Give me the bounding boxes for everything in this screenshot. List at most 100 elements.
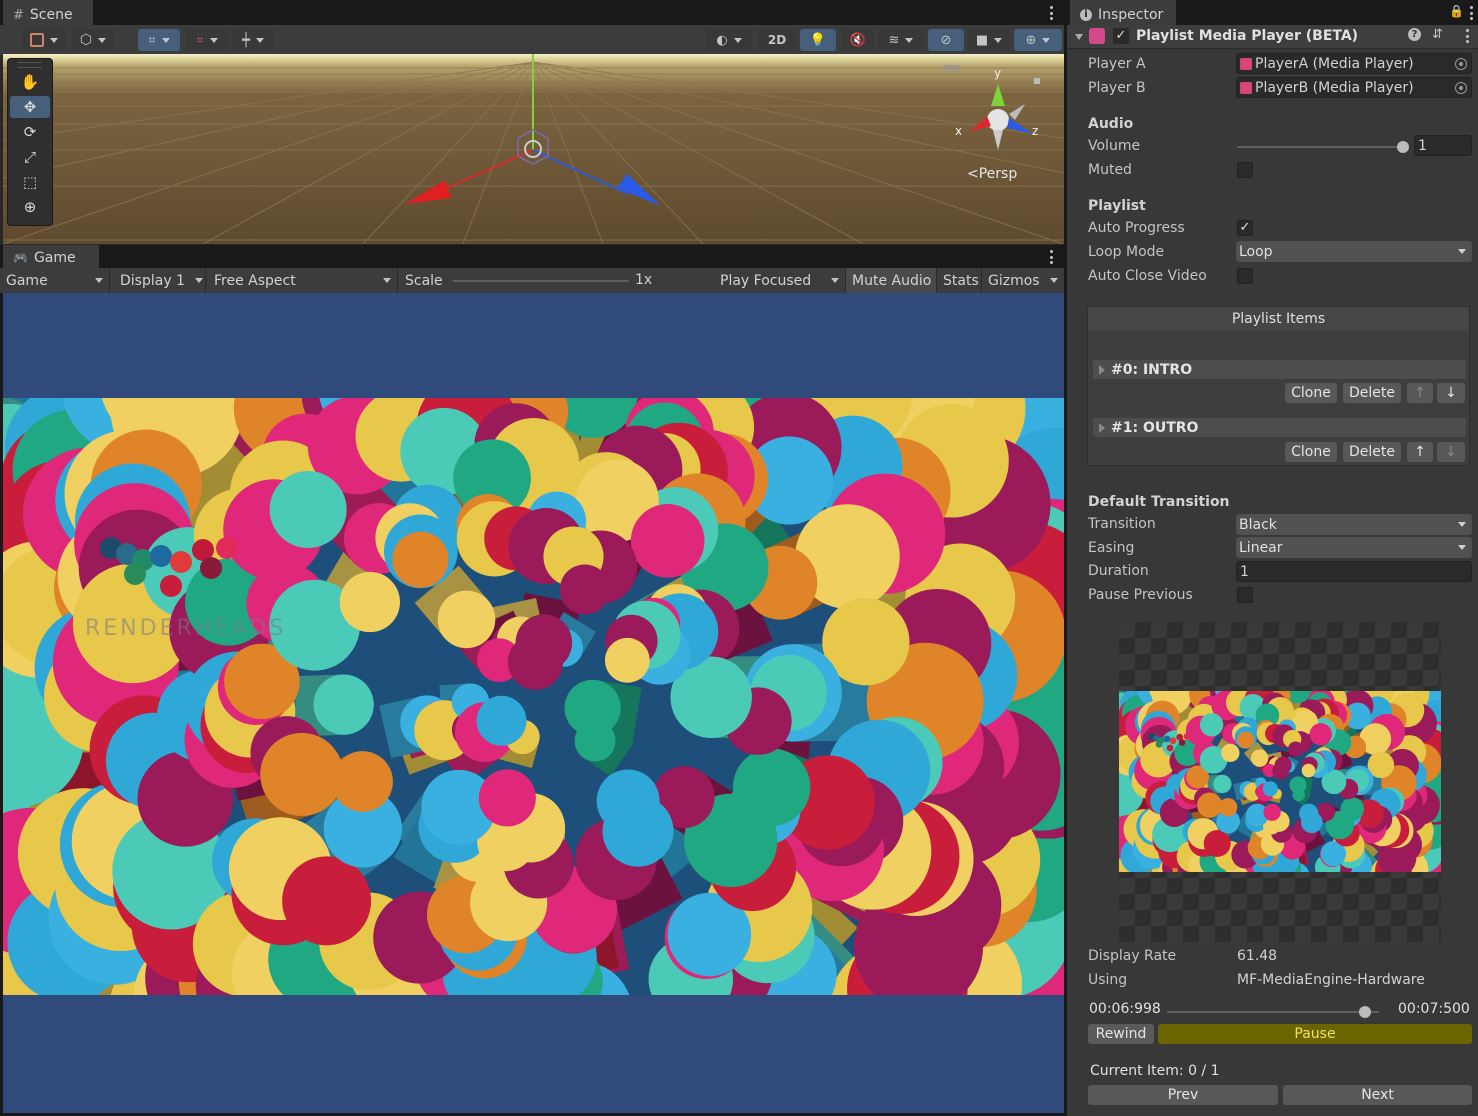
aspect-dropdown[interactable]: Free Aspect <box>208 268 398 293</box>
display-dropdown[interactable]: Display 1 <box>114 268 206 293</box>
shading-mode-button[interactable]: ◐ <box>706 29 752 51</box>
inspector-menu-icon[interactable] <box>1470 6 1474 20</box>
info-icon: i <box>1080 9 1092 21</box>
playlist-item-0[interactable]: #0: INTRO <box>1093 360 1466 379</box>
scene-viewport[interactable]: y x z < Persp <box>3 54 1064 244</box>
toggle-2d-button[interactable]: 2D <box>758 29 796 51</box>
cylinder-cap <box>392 531 449 588</box>
rewind-button[interactable]: Rewind <box>1088 1024 1154 1044</box>
move-down-button[interactable]: ↓ <box>1437 383 1465 403</box>
muted-checkbox[interactable] <box>1237 162 1253 178</box>
gizmos-dropdown[interactable]: Gizmos <box>982 268 1064 293</box>
delete-button[interactable]: Delete <box>1343 383 1401 403</box>
transition-dropdown[interactable]: Black <box>1236 514 1472 535</box>
prev-button[interactable]: Prev <box>1088 1085 1278 1105</box>
audio-button[interactable]: 🔇 <box>842 29 874 51</box>
volume-field[interactable]: 1 <box>1414 135 1472 156</box>
tab-game[interactable]: 🎮 Game <box>3 245 99 268</box>
player-b-label: Player B <box>1088 80 1146 96</box>
increment-snap-button[interactable]: ⌗ <box>186 29 228 51</box>
projection-toggle[interactable]: < Persp <box>967 166 1017 182</box>
orientation-gizmo[interactable] <box>969 78 1040 150</box>
lighting-button[interactable]: 💡 <box>800 29 836 51</box>
move-up-button[interactable]: ↑ <box>1407 442 1433 462</box>
next-button[interactable]: Next <box>1283 1085 1472 1105</box>
pause-previous-checkbox[interactable] <box>1237 587 1253 603</box>
lock-icon[interactable]: 🔒 <box>1449 4 1464 18</box>
player-a-value: PlayerA (Media Player) <box>1255 55 1414 72</box>
seek-slider[interactable] <box>1167 1011 1379 1013</box>
logo-dot <box>124 563 146 585</box>
foldout-icon[interactable] <box>1075 34 1083 40</box>
aspect-label: Free Aspect <box>214 272 296 289</box>
duration-field[interactable]: 1 <box>1236 561 1472 582</box>
clone-button[interactable]: Clone <box>1285 383 1337 403</box>
render-mode-button[interactable]: ⬡ <box>72 29 114 51</box>
preset-icon[interactable]: ⇵ <box>1432 27 1443 42</box>
volume-slider-knob[interactable] <box>1397 141 1409 153</box>
auto-close-checkbox[interactable] <box>1237 268 1253 284</box>
pause-button[interactable]: Pause <box>1158 1024 1472 1044</box>
toggle-2d-label: 2D <box>767 33 787 47</box>
object-picker-icon[interactable] <box>1455 58 1467 70</box>
move-tool-icon[interactable]: ✥ <box>10 96 50 118</box>
current-item-label: Current Item: 0 / 1 <box>1090 1063 1220 1079</box>
play-mode-dropdown[interactable]: Play Focused <box>714 268 846 293</box>
transform-tool-icon[interactable]: ⊕ <box>10 196 50 218</box>
game-tabbar: 🎮 Game <box>0 245 1064 268</box>
rect-tool-icon[interactable]: ⬚ <box>10 171 50 193</box>
palette-handle[interactable] <box>18 62 42 68</box>
help-icon[interactable]: ? <box>1408 28 1421 41</box>
media-player-icon <box>1089 28 1105 44</box>
cylinder-cap <box>282 856 372 946</box>
camera-button[interactable]: ■ <box>968 29 1010 51</box>
clone-button[interactable]: Clone <box>1285 442 1337 462</box>
effects-button[interactable]: ≋ <box>878 29 924 51</box>
draw-mode-button[interactable] <box>22 29 66 51</box>
grid-snap-button[interactable]: ⌗ <box>138 29 180 51</box>
game-viewport[interactable]: RENDERHEADS <box>3 293 1064 1113</box>
cylinder-cap <box>1289 776 1307 794</box>
component-title: Playlist Media Player (BETA) <box>1136 28 1359 44</box>
delete-button[interactable]: Delete <box>1343 442 1401 462</box>
cylinder-cap <box>1309 723 1332 746</box>
view-select-dropdown[interactable]: Game <box>0 268 110 293</box>
clone-label: Clone <box>1291 444 1331 460</box>
auto-progress-label: Auto Progress <box>1088 220 1185 236</box>
auto-progress-checkbox[interactable]: ✓ <box>1237 220 1253 236</box>
scale-slider[interactable] <box>453 280 629 282</box>
playlist-item-1[interactable]: #1: OUTRO <box>1093 418 1466 437</box>
player-a-field[interactable]: PlayerA (Media Player) <box>1236 53 1472 74</box>
transition-label: Transition <box>1088 516 1156 532</box>
cylinder-cap <box>1263 803 1281 821</box>
player-b-field[interactable]: PlayerB (Media Player) <box>1236 77 1472 98</box>
seek-slider-knob[interactable] <box>1358 1006 1371 1018</box>
loop-mode-dropdown[interactable]: Loop <box>1236 241 1472 262</box>
display-rate-value: 61.48 <box>1237 948 1278 964</box>
tab-scene-label: Scene <box>29 7 73 23</box>
total-time: 00:07:500 <box>1398 1001 1470 1017</box>
rotate-tool-icon[interactable]: ⟳ <box>10 121 50 143</box>
tab-inspector[interactable]: i Inspector <box>1070 0 1176 25</box>
transition-value: Black <box>1239 516 1277 533</box>
scale-tool-icon[interactable]: ⤢ <box>10 146 50 168</box>
easing-dropdown[interactable]: Linear <box>1236 537 1472 558</box>
hand-tool-icon[interactable]: ✋ <box>10 71 50 93</box>
volume-slider[interactable] <box>1237 146 1403 148</box>
visibility-button[interactable]: ⊘ <box>928 29 964 51</box>
align-button[interactable]: ┿ <box>232 29 274 51</box>
game-menu-icon[interactable] <box>1050 250 1054 264</box>
gizmos-button[interactable]: ⊕ <box>1014 29 1062 51</box>
grid-snap-icon: ⌗ <box>148 32 156 48</box>
component-menu-icon[interactable] <box>1466 29 1470 43</box>
move-down-button[interactable]: ↓ <box>1437 442 1465 462</box>
tab-scene[interactable]: # Scene <box>3 0 93 25</box>
mute-audio-button[interactable]: Mute Audio <box>846 268 937 293</box>
stats-button[interactable]: Stats <box>937 268 982 293</box>
move-up-button[interactable]: ↑ <box>1407 383 1433 403</box>
scene-menu-icon[interactable] <box>1050 6 1054 20</box>
cylinder-cap <box>1199 713 1224 737</box>
align-icon: ┿ <box>242 32 250 48</box>
component-enabled-checkbox[interactable]: ✓ <box>1113 28 1129 44</box>
object-picker-icon[interactable] <box>1455 82 1467 94</box>
